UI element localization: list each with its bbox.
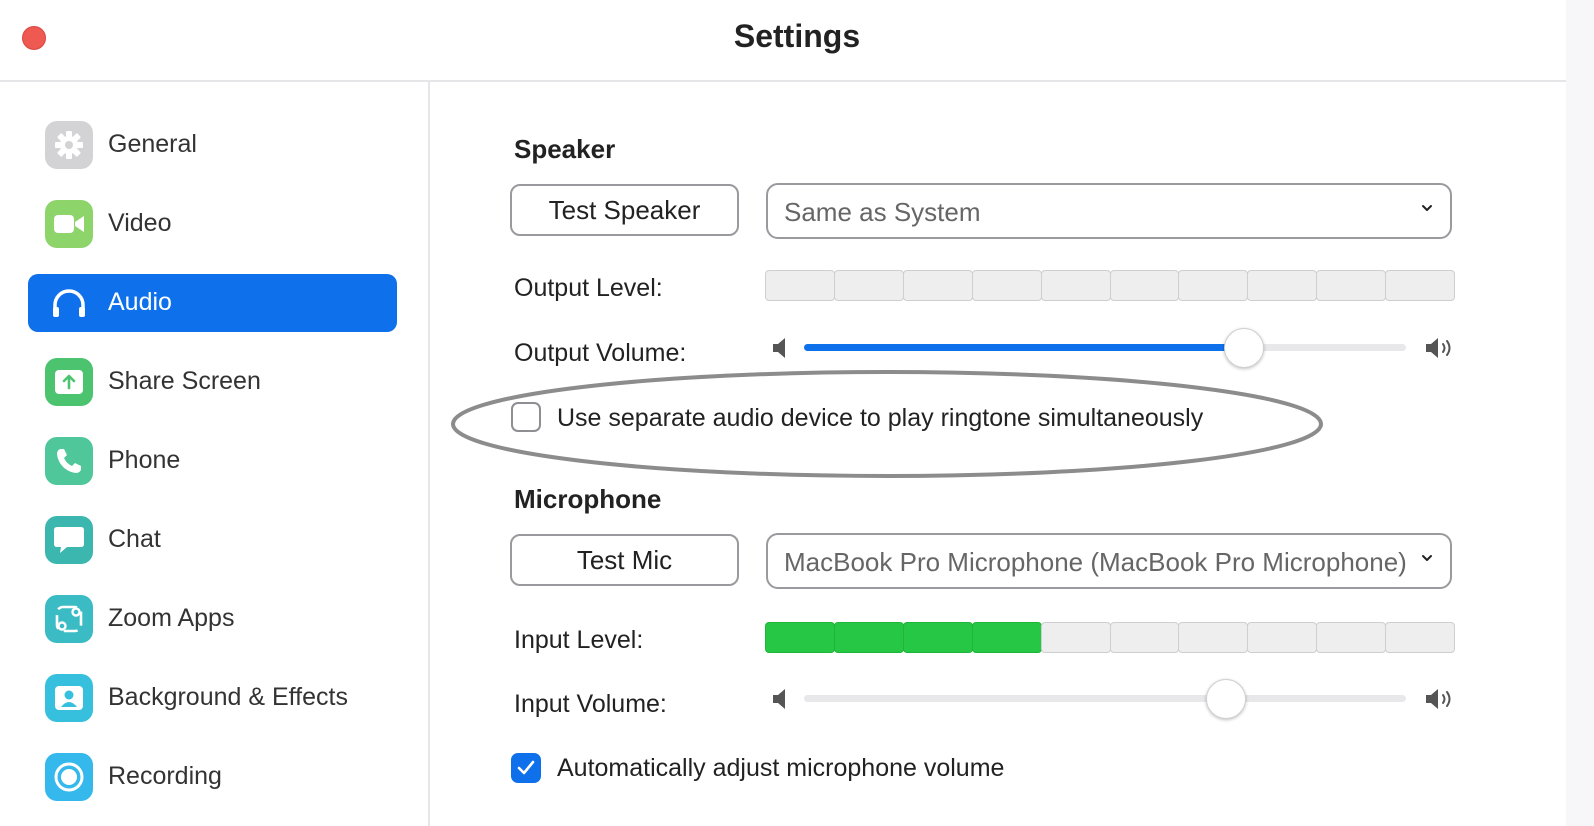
input-level-label: Input Level: [514, 626, 644, 654]
phone-icon [45, 437, 93, 485]
level-segment [1316, 622, 1387, 653]
zoom-apps-icon [45, 595, 93, 643]
speaker-low-icon [773, 338, 785, 358]
sidebar-item-chat[interactable]: Chat [28, 511, 397, 569]
slider-thumb[interactable] [1206, 679, 1247, 719]
test-speaker-button[interactable]: Test Speaker [510, 184, 739, 236]
speaker-device-select[interactable]: Same as System [766, 183, 1452, 239]
audio-settings-panel: Speaker Test Speaker Same as System Outp… [430, 82, 1566, 826]
ringtone-checkbox-label[interactable]: Use separate audio device to play ringto… [557, 404, 1203, 433]
level-segment [1109, 622, 1180, 653]
speaker-heading: Speaker [514, 134, 616, 164]
level-segment [1040, 270, 1111, 301]
level-segment [1178, 270, 1249, 301]
speaker-device-value: Same as System [784, 197, 981, 227]
sidebar-item-label: General [108, 130, 197, 158]
sidebar-item-video[interactable]: Video [28, 195, 397, 253]
slider-track [804, 344, 1406, 351]
level-segment [902, 622, 973, 653]
level-segment [1247, 270, 1318, 301]
level-segment [902, 270, 973, 301]
speaker-low-icon [773, 689, 785, 709]
level-segment [1040, 622, 1111, 653]
settings-sidebar: General Video Audio Share Screen Phone C… [0, 82, 430, 826]
microphone-device-value: MacBook Pro Microphone (MacBook Pro Micr… [784, 547, 1407, 577]
sidebar-item-phone[interactable]: Phone [28, 432, 397, 490]
level-segment [833, 622, 904, 653]
checkmark-icon [517, 760, 535, 775]
output-level-label: Output Level: [514, 274, 663, 302]
headphones-icon [45, 279, 93, 327]
window-edge [1566, 0, 1594, 826]
input-volume-label: Input Volume: [514, 690, 667, 718]
title-bar: Settings [0, 0, 1594, 82]
background-person-icon [45, 674, 93, 722]
level-segment [1109, 270, 1180, 301]
chevron-down-icon [1422, 205, 1432, 211]
slider-fill [804, 344, 1244, 351]
speaker-high-icon [1426, 689, 1451, 709]
share-screen-icon [45, 358, 93, 406]
sidebar-item-label: Video [108, 209, 172, 237]
level-segment [1247, 622, 1318, 653]
sidebar-item-label: Chat [108, 525, 161, 553]
level-segment [1385, 622, 1456, 653]
level-segment [1385, 270, 1456, 301]
level-segment [971, 270, 1042, 301]
test-mic-button[interactable]: Test Mic [510, 534, 739, 586]
record-icon [45, 753, 93, 801]
sidebar-item-general[interactable]: General [28, 116, 397, 174]
output-volume-slider[interactable] [768, 328, 1457, 368]
output-level-meter [765, 270, 1456, 301]
chevron-down-icon [1422, 555, 1432, 561]
sidebar-item-label: Background & Effects [108, 683, 348, 711]
auto-adjust-mic-checkbox[interactable] [511, 753, 541, 783]
speaker-high-icon [1426, 338, 1451, 358]
level-segment [971, 622, 1042, 653]
sidebar-item-label: Phone [108, 446, 181, 474]
level-segment [1316, 270, 1387, 301]
level-segment [833, 270, 904, 301]
level-segment [1178, 622, 1249, 653]
chat-bubble-icon [45, 516, 93, 564]
sidebar-item-label: Zoom Apps [108, 604, 235, 632]
slider-track [804, 695, 1406, 702]
sidebar-item-label: Share Screen [108, 367, 261, 395]
slider-thumb[interactable] [1224, 328, 1265, 368]
sidebar-item-zoom-apps[interactable]: Zoom Apps [28, 590, 397, 648]
auto-adjust-mic-label[interactable]: Automatically adjust microphone volume [557, 754, 1004, 783]
input-level-meter [765, 622, 1456, 653]
level-segment [765, 622, 835, 653]
sidebar-item-background-effects[interactable]: Background & Effects [28, 669, 397, 727]
output-volume-label: Output Volume: [514, 339, 687, 367]
level-segment [765, 270, 835, 301]
sidebar-item-recording[interactable]: Recording [28, 748, 397, 806]
microphone-device-select[interactable]: MacBook Pro Microphone (MacBook Pro Micr… [766, 533, 1452, 589]
sidebar-item-label: Audio [108, 288, 172, 316]
gear-icon [45, 121, 93, 169]
input-volume-slider[interactable] [768, 679, 1457, 719]
microphone-heading: Microphone [514, 484, 662, 514]
ringtone-checkbox[interactable] [511, 402, 541, 432]
video-camera-icon [45, 200, 93, 248]
sidebar-item-audio[interactable]: Audio [28, 274, 397, 332]
sidebar-item-share-screen[interactable]: Share Screen [28, 353, 397, 411]
sidebar-item-label: Recording [108, 762, 222, 790]
window-title: Settings [733, 18, 861, 54]
